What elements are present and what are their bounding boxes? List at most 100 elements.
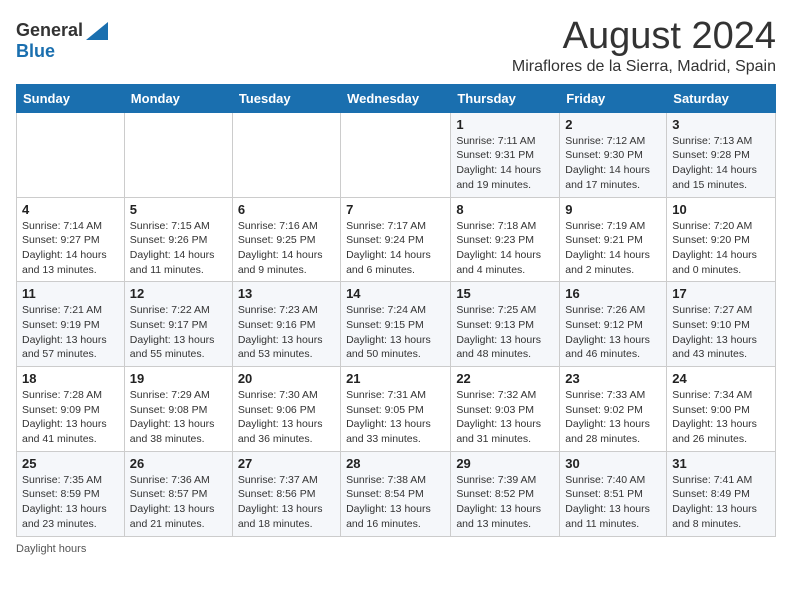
day-number: 26	[130, 456, 227, 471]
cell-1-1	[124, 112, 232, 197]
cell-4-5: 23 Sunrise: 7:33 AMSunset: 9:02 PMDayligh…	[560, 367, 667, 452]
cell-3-2: 13 Sunrise: 7:23 AMSunset: 9:16 PMDayligh…	[232, 282, 340, 367]
cell-3-1: 12 Sunrise: 7:22 AMSunset: 9:17 PMDayligh…	[124, 282, 232, 367]
header-area: General Blue August 2024 Miraflores de l…	[16, 16, 776, 76]
cell-1-0	[17, 112, 125, 197]
cell-5-2: 27Sunrise: 7:37 AMSunset: 8:56 PMDayligh…	[232, 451, 340, 536]
week-row-1: 1 Sunrise: 7:11 AMSunset: 9:31 PMDaylight…	[17, 112, 776, 197]
day-info: Sunrise: 7:36 AMSunset: 8:57 PMDaylight:…	[130, 473, 227, 532]
page-container: General Blue August 2024 Miraflores de l…	[16, 16, 776, 555]
day-info: Sunrise: 7:17 AMSunset: 9:24 PMDaylight:…	[346, 219, 445, 278]
day-info: Sunrise: 7:31 AMSunset: 9:05 PMDaylight:…	[346, 388, 445, 447]
day-number: 31	[672, 456, 770, 471]
col-header-wednesday: Wednesday	[341, 84, 451, 112]
header-row: SundayMondayTuesdayWednesdayThursdayFrid…	[17, 84, 776, 112]
day-number: 1	[456, 117, 554, 132]
logo-blue-line: Blue	[16, 41, 108, 62]
cell-2-5: 9 Sunrise: 7:19 AMSunset: 9:21 PMDaylight…	[560, 197, 667, 282]
day-info: Sunrise: 7:24 AMSunset: 9:15 PMDaylight:…	[346, 303, 445, 362]
day-info: Sunrise: 7:25 AMSunset: 9:13 PMDaylight:…	[456, 303, 554, 362]
day-number: 9	[565, 202, 661, 217]
day-number: 11	[22, 286, 119, 301]
cell-2-3: 7 Sunrise: 7:17 AMSunset: 9:24 PMDaylight…	[341, 197, 451, 282]
col-header-friday: Friday	[560, 84, 667, 112]
day-number: 20	[238, 371, 335, 386]
week-row-3: 11 Sunrise: 7:21 AMSunset: 9:19 PMDayligh…	[17, 282, 776, 367]
cell-5-4: 29 Sunrise: 7:39 AMSunset: 8:52 PMDayligh…	[451, 451, 560, 536]
day-info: Sunrise: 7:20 AMSunset: 9:20 PMDaylight:…	[672, 219, 770, 278]
day-info: Sunrise: 7:39 AMSunset: 8:52 PMDaylight:…	[456, 473, 554, 532]
day-info: Sunrise: 7:30 AMSunset: 9:06 PMDaylight:…	[238, 388, 335, 447]
footer-note: Daylight hours	[16, 543, 776, 555]
cell-3-6: 17 Sunrise: 7:27 AMSunset: 9:10 PMDayligh…	[667, 282, 776, 367]
cell-3-4: 15 Sunrise: 7:25 AMSunset: 9:13 PMDayligh…	[451, 282, 560, 367]
cell-5-1: 26 Sunrise: 7:36 AMSunset: 8:57 PMDayligh…	[124, 451, 232, 536]
day-number: 12	[130, 286, 227, 301]
day-info: Sunrise: 7:33 AMSunset: 9:02 PMDaylight:…	[565, 388, 661, 447]
day-info: Sunrise: 7:22 AMSunset: 9:17 PMDaylight:…	[130, 303, 227, 362]
day-number: 28	[346, 456, 445, 471]
main-title: August 2024	[512, 16, 776, 58]
cell-5-5: 30Sunrise: 7:40 AMSunset: 8:51 PMDayligh…	[560, 451, 667, 536]
day-info: Sunrise: 7:11 AMSunset: 9:31 PMDaylight:…	[456, 134, 554, 193]
day-info: Sunrise: 7:26 AMSunset: 9:12 PMDaylight:…	[565, 303, 661, 362]
cell-2-2: 6Sunrise: 7:16 AMSunset: 9:25 PMDaylight…	[232, 197, 340, 282]
day-info: Sunrise: 7:18 AMSunset: 9:23 PMDaylight:…	[456, 219, 554, 278]
day-info: Sunrise: 7:28 AMSunset: 9:09 PMDaylight:…	[22, 388, 119, 447]
day-number: 8	[456, 202, 554, 217]
cell-4-1: 19 Sunrise: 7:29 AMSunset: 9:08 PMDayligh…	[124, 367, 232, 452]
day-number: 29	[456, 456, 554, 471]
title-block: August 2024 Miraflores de la Sierra, Mad…	[512, 16, 776, 76]
cell-5-3: 28Sunrise: 7:38 AMSunset: 8:54 PMDayligh…	[341, 451, 451, 536]
logo-blue: Blue	[16, 41, 55, 61]
day-info: Sunrise: 7:21 AMSunset: 9:19 PMDaylight:…	[22, 303, 119, 362]
day-info: Sunrise: 7:19 AMSunset: 9:21 PMDaylight:…	[565, 219, 661, 278]
day-number: 2	[565, 117, 661, 132]
week-row-2: 4 Sunrise: 7:14 AMSunset: 9:27 PMDaylight…	[17, 197, 776, 282]
day-number: 23	[565, 371, 661, 386]
cell-4-2: 20 Sunrise: 7:30 AMSunset: 9:06 PMDayligh…	[232, 367, 340, 452]
day-number: 21	[346, 371, 445, 386]
day-number: 4	[22, 202, 119, 217]
cell-4-4: 22Sunrise: 7:32 AMSunset: 9:03 PMDayligh…	[451, 367, 560, 452]
logo-line: General	[16, 20, 108, 41]
day-info: Sunrise: 7:29 AMSunset: 9:08 PMDaylight:…	[130, 388, 227, 447]
logo-general: General	[16, 20, 83, 41]
cell-1-5: 2Sunrise: 7:12 AMSunset: 9:30 PMDaylight…	[560, 112, 667, 197]
day-number: 6	[238, 202, 335, 217]
col-header-saturday: Saturday	[667, 84, 776, 112]
day-info: Sunrise: 7:14 AMSunset: 9:27 PMDaylight:…	[22, 219, 119, 278]
day-info: Sunrise: 7:41 AMSunset: 8:49 PMDaylight:…	[672, 473, 770, 532]
day-number: 25	[22, 456, 119, 471]
day-info: Sunrise: 7:27 AMSunset: 9:10 PMDaylight:…	[672, 303, 770, 362]
day-number: 27	[238, 456, 335, 471]
cell-4-6: 24Sunrise: 7:34 AMSunset: 9:00 PMDayligh…	[667, 367, 776, 452]
day-number: 14	[346, 286, 445, 301]
cell-3-0: 11 Sunrise: 7:21 AMSunset: 9:19 PMDayligh…	[17, 282, 125, 367]
col-header-monday: Monday	[124, 84, 232, 112]
cell-1-2	[232, 112, 340, 197]
logo-icon	[86, 22, 108, 40]
day-number: 15	[456, 286, 554, 301]
day-number: 17	[672, 286, 770, 301]
day-info: Sunrise: 7:23 AMSunset: 9:16 PMDaylight:…	[238, 303, 335, 362]
day-number: 7	[346, 202, 445, 217]
day-number: 13	[238, 286, 335, 301]
day-info: Sunrise: 7:34 AMSunset: 9:00 PMDaylight:…	[672, 388, 770, 447]
day-info: Sunrise: 7:35 AMSunset: 8:59 PMDaylight:…	[22, 473, 119, 532]
col-header-sunday: Sunday	[17, 84, 125, 112]
cell-2-0: 4 Sunrise: 7:14 AMSunset: 9:27 PMDaylight…	[17, 197, 125, 282]
week-row-4: 18 Sunrise: 7:28 AMSunset: 9:09 PMDayligh…	[17, 367, 776, 452]
cell-1-4: 1 Sunrise: 7:11 AMSunset: 9:31 PMDaylight…	[451, 112, 560, 197]
subtitle: Miraflores de la Sierra, Madrid, Spain	[512, 58, 776, 76]
week-row-5: 25 Sunrise: 7:35 AMSunset: 8:59 PMDayligh…	[17, 451, 776, 536]
day-number: 10	[672, 202, 770, 217]
day-number: 19	[130, 371, 227, 386]
cell-1-6: 3Sunrise: 7:13 AMSunset: 9:28 PMDaylight…	[667, 112, 776, 197]
day-number: 16	[565, 286, 661, 301]
daylight-label: Daylight hours	[16, 543, 86, 555]
cell-5-0: 25 Sunrise: 7:35 AMSunset: 8:59 PMDayligh…	[17, 451, 125, 536]
day-number: 18	[22, 371, 119, 386]
cell-3-5: 16 Sunrise: 7:26 AMSunset: 9:12 PMDayligh…	[560, 282, 667, 367]
day-info: Sunrise: 7:40 AMSunset: 8:51 PMDaylight:…	[565, 473, 661, 532]
